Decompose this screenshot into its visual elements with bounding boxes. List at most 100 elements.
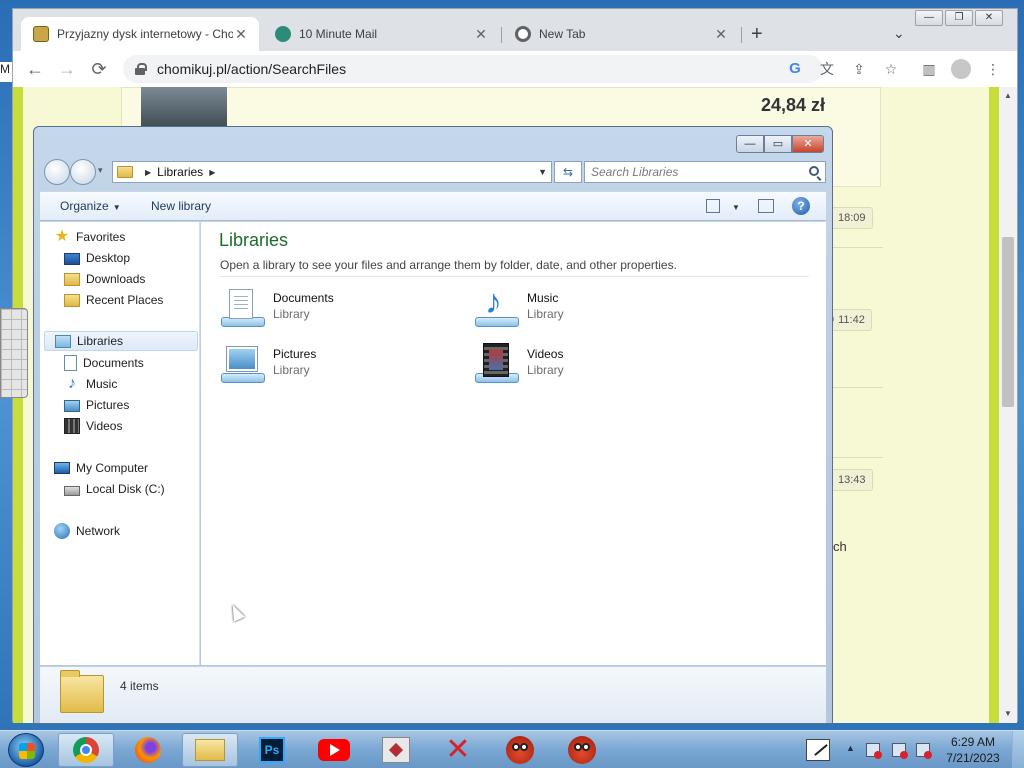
nav-label: Videos <box>86 419 123 433</box>
search-input[interactable] <box>591 165 791 179</box>
search-icon[interactable] <box>809 166 819 176</box>
breadcrumb-arrow-icon[interactable]: ▶ <box>209 168 215 177</box>
action-center-icon[interactable] <box>866 743 882 759</box>
nav-favorites[interactable]: ★ Favorites <box>54 227 126 247</box>
address-dropdown-icon[interactable]: ▼ <box>538 167 547 177</box>
scroll-down-arrow-icon[interactable]: ▼ <box>1002 709 1014 719</box>
nav-network[interactable]: Network <box>54 521 120 541</box>
organize-button[interactable]: Organize ▼ <box>60 199 121 213</box>
tab-search-icon[interactable]: ⌄ <box>893 25 905 42</box>
nav-downloads[interactable]: Downloads <box>64 269 145 289</box>
local-disk-icon <box>64 486 80 496</box>
file-thumbnail[interactable] <box>141 87 227 129</box>
scroll-thumb[interactable] <box>1002 237 1014 407</box>
new-tab-button[interactable]: + <box>751 24 763 44</box>
network-status-icon[interactable] <box>892 743 908 759</box>
taskbar-x-app[interactable]: ✕ <box>430 733 486 767</box>
reload-button[interactable]: ⟳ <box>87 57 111 81</box>
nav-pictures[interactable]: Pictures <box>64 395 129 415</box>
taskbar-explorer[interactable] <box>182 733 238 767</box>
bookmark-star-icon[interactable]: ☆ <box>881 59 901 79</box>
browser-toolbar: ← → ⟳ chomikuj.pl/action/SearchFiles G 文… <box>13 51 1017 87</box>
tab-new-tab[interactable]: New Tab ✕ <box>503 17 739 51</box>
view-options-dropdown[interactable]: ▼ <box>728 199 740 213</box>
windows-logo-icon <box>19 743 35 759</box>
taskbar-youtube[interactable] <box>306 733 362 767</box>
tray-pen-input[interactable] <box>802 735 834 765</box>
scroll-up-arrow-icon[interactable]: ▲ <box>1002 91 1014 101</box>
profile-button[interactable] <box>951 59 971 79</box>
details-pane: 4 items <box>40 666 826 723</box>
library-documents[interactable]: Documents Library <box>219 285 439 335</box>
tab-close-icon[interactable]: ✕ <box>713 26 729 43</box>
explorer-titlebar[interactable]: — ▭ ✕ <box>34 127 832 157</box>
side-panel-icon[interactable]: ▥ <box>919 59 939 79</box>
change-view-icon[interactable] <box>706 199 720 213</box>
breadcrumb-libraries[interactable]: Libraries <box>157 165 203 179</box>
nav-local-disk[interactable]: Local Disk (C:) <box>64 479 165 499</box>
address-bar[interactable]: chomikuj.pl/action/SearchFiles <box>123 55 823 83</box>
show-desktop-button[interactable] <box>1012 731 1024 768</box>
breadcrumb-arrow-icon[interactable]: ▶ <box>145 168 151 177</box>
nav-label: Documents <box>83 356 144 370</box>
help-icon[interactable]: ? <box>792 197 810 215</box>
forward-button[interactable] <box>70 159 96 185</box>
system-clock[interactable]: 6:29 AM 7/21/2023 <box>938 734 1008 766</box>
tab-close-icon[interactable]: ✕ <box>233 26 249 43</box>
address-bar[interactable]: ▶ Libraries ▶ ▼ <box>112 161 552 183</box>
close-button[interactable]: ✕ <box>975 10 1003 26</box>
share-icon[interactable]: ⇪ <box>849 59 869 79</box>
explorer-window: — ▭ ✕ ▾ ▶ Libraries ▶ ▼ ⇆ Organize▼ New … <box>33 126 833 724</box>
back-button[interactable]: ← <box>23 57 47 81</box>
tab-10-minute-mail[interactable]: 10 Minute Mail ✕ <box>263 17 499 51</box>
pictures-library-icon <box>219 341 267 387</box>
close-button[interactable]: ✕ <box>792 135 824 153</box>
nav-recent-places[interactable]: Recent Places <box>64 290 163 310</box>
page-scrollbar[interactable]: ▲ ▼ <box>999 87 1017 723</box>
libraries-icon <box>55 334 71 348</box>
back-button[interactable] <box>44 159 70 185</box>
refresh-button[interactable]: ⇆ <box>554 161 582 183</box>
taskbar-firefox[interactable] <box>120 733 176 767</box>
preview-pane-icon[interactable] <box>758 199 774 213</box>
new-library-button[interactable]: New library <box>151 199 211 213</box>
taskbar-bird-app-2[interactable] <box>554 733 610 767</box>
film-strip <box>483 343 509 377</box>
maximize-button[interactable]: ❐ <box>945 10 973 26</box>
nav-libraries[interactable]: Libraries <box>44 331 198 351</box>
minimize-button[interactable]: — <box>915 10 943 26</box>
taskbar-photoshop[interactable]: Ps <box>244 733 300 767</box>
menu-icon[interactable]: ⋮ <box>983 59 1003 79</box>
translate-icon[interactable]: 文 <box>817 59 837 79</box>
library-videos[interactable]: Videos Library <box>473 341 693 391</box>
taskbar-bird-app-1[interactable] <box>492 733 548 767</box>
content-pane: Libraries Open a library to see your fil… <box>201 222 826 665</box>
taskbar-vm[interactable] <box>368 733 424 767</box>
minimize-button[interactable]: — <box>736 135 764 153</box>
muted-badge-icon <box>924 751 932 759</box>
recent-pages-icon[interactable]: ▾ <box>98 165 103 176</box>
library-pictures[interactable]: Pictures Library <box>219 341 439 391</box>
library-music[interactable]: ♪ Music Library <box>473 285 693 335</box>
nav-desktop[interactable]: Desktop <box>64 248 130 268</box>
google-lens-icon[interactable]: G <box>785 59 805 79</box>
nav-music[interactable]: ♪ Music <box>64 374 117 394</box>
nav-my-computer[interactable]: My Computer <box>54 458 148 478</box>
page-text-fragment: ch <box>833 539 847 554</box>
taskbar-chrome[interactable] <box>58 733 114 767</box>
nav-videos[interactable]: Videos <box>64 416 122 436</box>
forward-button[interactable]: → <box>55 57 79 81</box>
explorer-window-controls: — ▭ ✕ <box>736 135 824 153</box>
show-hidden-icons-icon[interactable]: ▲ <box>846 743 855 753</box>
lock-icon[interactable] <box>135 63 147 75</box>
nav-documents[interactable]: Documents <box>64 353 144 373</box>
onscreen-keyboard-tab[interactable] <box>0 308 28 398</box>
maximize-button[interactable]: ▭ <box>764 135 792 153</box>
desktop-label-fragment: M <box>0 62 12 82</box>
tab-close-icon[interactable]: ✕ <box>473 26 489 43</box>
music-icon: ♪ <box>68 375 76 392</box>
volume-icon[interactable] <box>916 743 932 759</box>
start-button[interactable] <box>8 733 44 767</box>
tab-title: Przyjazny dysk internetowy - Cho <box>57 27 233 41</box>
tab-chomikuj[interactable]: Przyjazny dysk internetowy - Cho ✕ <box>21 17 259 51</box>
